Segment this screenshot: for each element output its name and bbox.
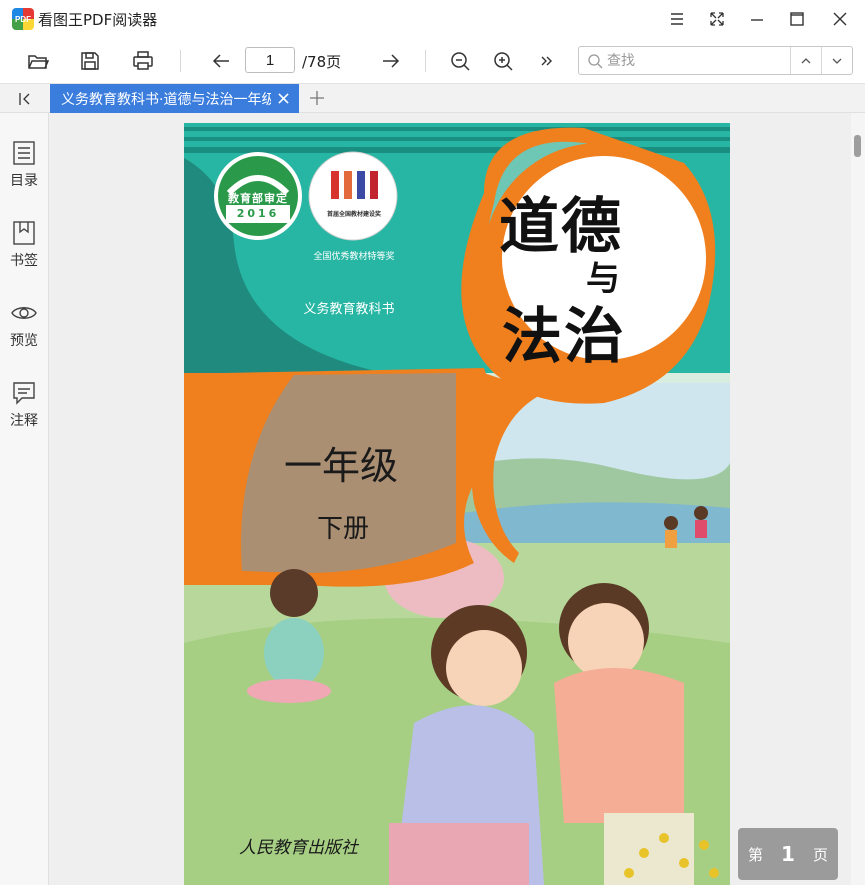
sidebar-item-label: 书签 <box>10 253 38 269</box>
zoom-out-button[interactable] <box>444 46 476 76</box>
arrow-right-icon <box>383 54 400 68</box>
double-chevron-right-icon <box>541 56 552 66</box>
grade-label: 一年级 <box>284 444 399 488</box>
sidebar-item-label: 注释 <box>10 413 38 429</box>
comment-icon <box>13 382 35 405</box>
collapse-sidebar-button[interactable] <box>12 88 38 110</box>
page-indicator-suffix: 页 <box>812 845 828 864</box>
folder-open-icon <box>28 55 50 69</box>
bookmark-icon <box>13 221 35 245</box>
printer-icon <box>133 51 153 70</box>
publisher-label: 人民教育出版社 <box>239 838 358 858</box>
award-caption: 全国优秀教材特等奖 <box>313 252 395 262</box>
total-pages-label: /78页 <box>302 53 342 71</box>
hamburger-icon <box>671 13 683 25</box>
minimize-icon <box>751 19 763 21</box>
close-button[interactable] <box>820 0 860 38</box>
chevron-down-icon <box>832 58 842 64</box>
maximize-button[interactable] <box>777 0 817 38</box>
eye-icon <box>11 307 37 319</box>
zoom-in-button[interactable] <box>487 46 519 76</box>
new-tab-button[interactable] <box>306 87 328 109</box>
series-label: 义务教育教科书 <box>303 302 395 317</box>
collapse-left-icon <box>19 93 30 105</box>
close-icon <box>833 12 847 26</box>
page-indicator-number: 1 <box>781 842 795 866</box>
tab-bar: 义务教育教科书·道德与法治一年级下册 <box>0 84 865 113</box>
toolbar-divider <box>425 50 426 72</box>
search-previous-button[interactable] <box>790 47 821 74</box>
fullscreen-button[interactable] <box>697 0 737 38</box>
more-tools-button[interactable] <box>530 46 562 76</box>
tab-close-button[interactable] <box>275 90 291 106</box>
sidebar-item-label: 预览 <box>10 333 38 349</box>
pdf-page: 教育部审定 2016 首届全国教材建设奖 全国优秀教材特等奖 义务教育教科书 道… <box>184 123 730 885</box>
badge-ministry-year: 2016 <box>236 207 280 220</box>
search-box <box>578 46 853 75</box>
volume-label: 下册 <box>317 514 370 544</box>
toolbar-divider <box>180 50 181 72</box>
app-title: 看图王PDF阅读器 <box>38 11 158 29</box>
maximize-icon <box>790 12 804 26</box>
document-tab[interactable]: 义务教育教科书·道德与法治一年级下册 <box>50 84 299 113</box>
minimize-button[interactable] <box>737 0 777 38</box>
open-file-button[interactable] <box>22 46 54 76</box>
close-icon <box>277 92 289 104</box>
next-page-button[interactable] <box>375 46 407 76</box>
search-input[interactable] <box>607 50 787 71</box>
sidebar-item-toc[interactable]: 目录 <box>0 128 48 198</box>
chevron-up-icon <box>801 57 811 63</box>
sidebar-item-bookmarks[interactable]: 书签 <box>0 208 48 278</box>
menu-button[interactable] <box>657 0 697 38</box>
toolbar: /78页 <box>0 38 865 84</box>
title-bar: PDF 看图王PDF阅读器 <box>0 0 865 38</box>
save-button[interactable] <box>74 46 106 76</box>
plus-icon <box>310 91 324 105</box>
zoom-out-icon <box>451 52 470 71</box>
save-icon <box>81 52 99 70</box>
page-indicator-prefix: 第 <box>748 845 764 864</box>
page-number-input[interactable] <box>245 47 295 73</box>
sidebar-item-annotations[interactable]: 注释 <box>0 368 48 438</box>
print-button[interactable] <box>127 46 159 76</box>
sidebar: 目录 书签 预览 注释 <box>0 113 49 885</box>
search-next-button[interactable] <box>821 47 852 74</box>
tab-label: 义务教育教科书·道德与法治一年级下册 <box>61 91 271 108</box>
document-viewer[interactable]: 教育部审定 2016 首届全国教材建设奖 全国优秀教材特等奖 义务教育教科书 道… <box>49 113 865 885</box>
sidebar-item-preview[interactable]: 预览 <box>0 288 48 358</box>
scroll-thumb[interactable] <box>854 135 861 157</box>
badge-award-text: 首届全国教材建设奖 <box>326 211 381 218</box>
search-icon <box>588 54 603 69</box>
page-indicator: 第 1 页 <box>738 828 838 880</box>
arrow-left-icon <box>212 54 229 68</box>
cover-artwork <box>184 123 730 885</box>
app-logo: PDF <box>12 8 34 30</box>
previous-page-button[interactable] <box>205 46 237 76</box>
toc-icon <box>13 141 35 165</box>
fullscreen-icon <box>710 12 724 26</box>
badge-ministry-top: 教育部审定 <box>228 192 288 205</box>
zoom-in-icon <box>494 52 513 71</box>
sidebar-item-label: 目录 <box>10 173 38 189</box>
vertical-scrollbar[interactable] <box>851 113 865 885</box>
cover-title-3: 法治 <box>502 302 626 372</box>
